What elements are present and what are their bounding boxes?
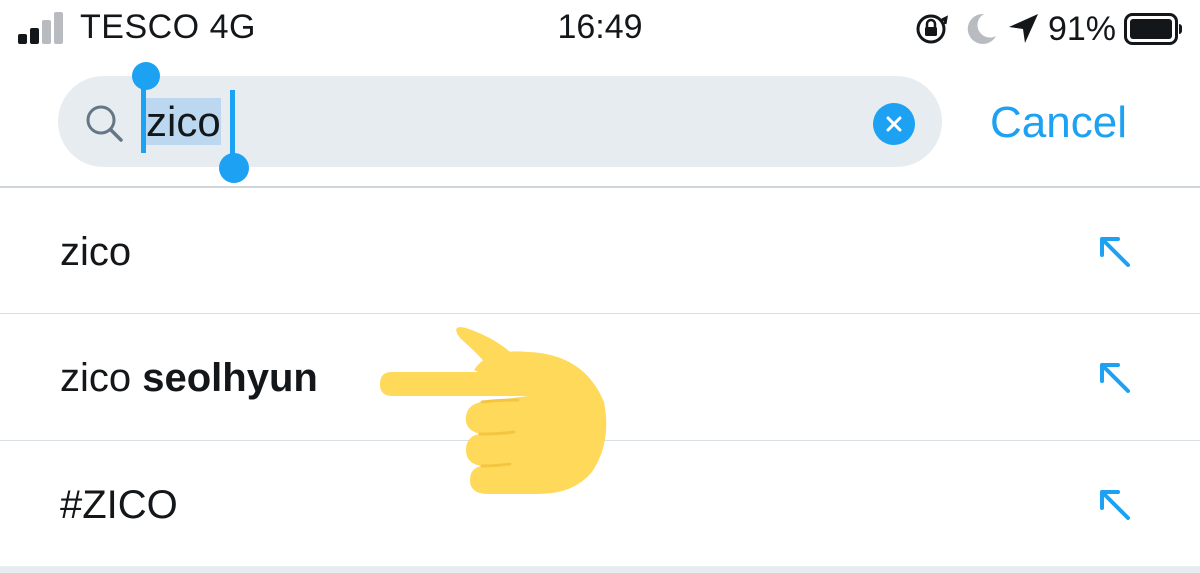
battery-icon — [1124, 13, 1182, 45]
search-query-text: zico — [146, 98, 221, 145]
battery-percent: 91% — [1047, 9, 1116, 48]
pointing-hand-icon — [380, 327, 607, 494]
suggestion-item[interactable]: zico — [0, 188, 1200, 314]
search-input[interactable]: zico — [146, 98, 221, 146]
selection-start-handle[interactable] — [141, 83, 146, 153]
suggestion-label: zico — [60, 230, 132, 274]
divider — [0, 566, 1200, 573]
clear-search-button[interactable] — [873, 103, 915, 145]
suggestion-label: zico seolhyun — [60, 356, 318, 400]
orientation-lock-icon — [916, 14, 948, 44]
close-icon — [886, 116, 902, 132]
selection-start-knob[interactable] — [132, 62, 160, 90]
location-arrow-icon — [1008, 14, 1038, 43]
fill-query-arrow-icon[interactable] — [1094, 484, 1134, 524]
moon-icon — [967, 13, 996, 44]
search-icon — [86, 105, 123, 142]
status-bar: TESCO 4G 16:49 91% — [0, 0, 1200, 60]
cancel-button[interactable]: Cancel — [990, 98, 1127, 148]
fill-query-arrow-icon[interactable] — [1094, 231, 1134, 271]
selection-end-knob[interactable] — [219, 153, 249, 183]
suggestion-label: #ZICO — [60, 483, 178, 527]
fill-query-arrow-icon[interactable] — [1094, 357, 1134, 397]
